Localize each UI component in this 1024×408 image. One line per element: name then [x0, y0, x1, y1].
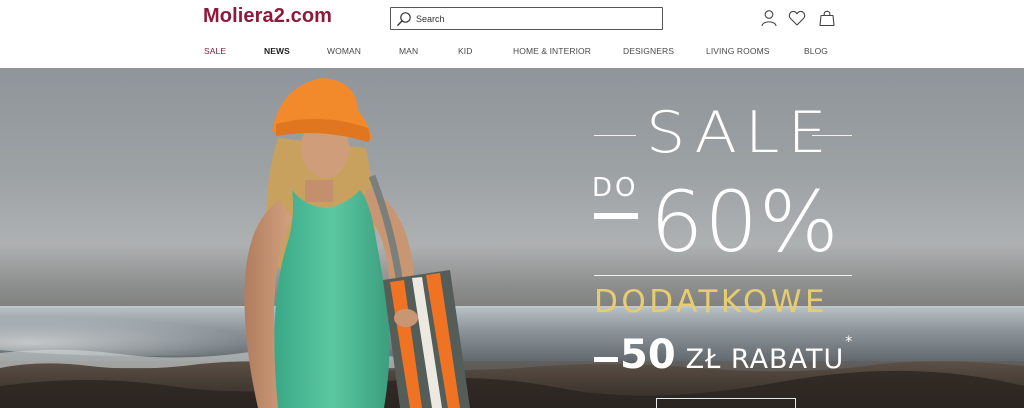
promo-extra-amount: 50 ZŁ RABATU*: [620, 335, 852, 375]
promo-amount-number: 50: [620, 332, 676, 378]
nav-item-man[interactable]: MAN: [399, 46, 418, 56]
minus-sign: [594, 213, 638, 219]
nav-item-blog[interactable]: BLOG: [804, 46, 828, 56]
user-icon[interactable]: [760, 9, 778, 27]
nav-item-woman[interactable]: WOMAN: [327, 46, 361, 56]
promo-discount: 60%: [650, 173, 840, 271]
heart-icon[interactable]: [788, 9, 806, 27]
nav-item-designers[interactable]: DESIGNERS: [623, 46, 674, 56]
minus-sign: [594, 357, 618, 362]
promo-title: SALE: [646, 98, 835, 166]
shopping-bag-icon[interactable]: [818, 9, 836, 27]
nav-item-living-rooms[interactable]: LIVING ROOMS: [706, 46, 770, 56]
nav-item-sale[interactable]: SALE: [204, 46, 226, 56]
site-header: Moliera2.com SALE NEWS WOMAN MAN KID HOM…: [0, 0, 1024, 68]
search-icon: [397, 12, 411, 26]
decor-line: [594, 135, 636, 136]
search-input[interactable]: [416, 11, 656, 26]
site-logo[interactable]: Moliera2.com: [203, 5, 332, 28]
promo-extra-label: DODATKOWE: [594, 284, 829, 320]
hero-cta-button[interactable]: [656, 398, 796, 408]
hero-banner[interactable]: SALE DO 60% DODATKOWE 50 ZŁ RABATU*: [0, 68, 1024, 408]
footnote-mark: *: [845, 334, 853, 350]
nav-item-news[interactable]: NEWS: [264, 46, 290, 56]
nav-item-kid[interactable]: KID: [458, 46, 472, 56]
promo-amount-unit: ZŁ RABATU: [685, 344, 845, 375]
divider-line: [594, 275, 852, 276]
search-box[interactable]: [390, 7, 663, 30]
hero-photo: [0, 78, 1024, 408]
main-nav: SALE NEWS WOMAN MAN KID HOME & INTERIOR …: [0, 46, 1024, 60]
nav-item-home-interior[interactable]: HOME & INTERIOR: [513, 46, 591, 56]
promo-do-label: DO: [592, 173, 639, 203]
